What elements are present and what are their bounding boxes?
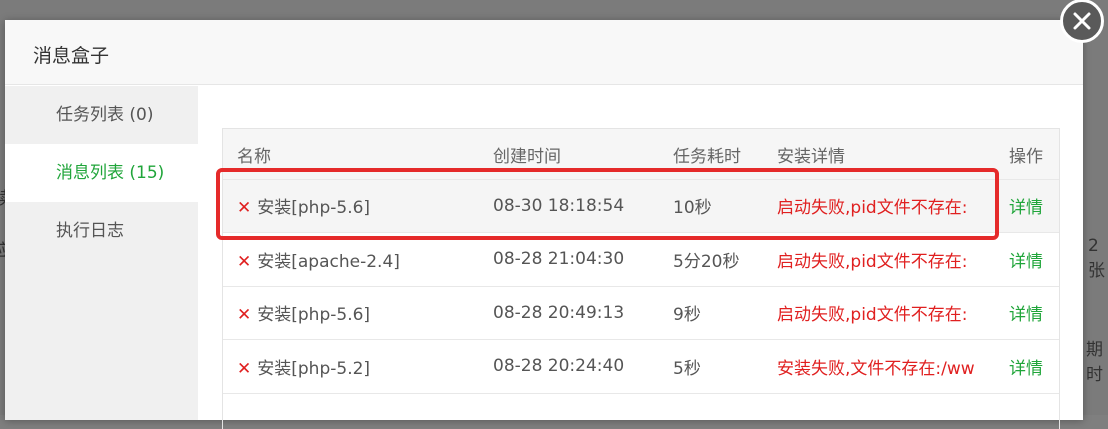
task-duration: 5秒: [673, 358, 701, 379]
failed-x-icon: ✕: [237, 198, 252, 219]
details-link[interactable]: 详情: [1009, 359, 1043, 379]
task-name: 安装[apache-2.4]: [257, 251, 400, 272]
install-status: 启动失败,pid文件不存在:: [777, 198, 968, 219]
column-header-operation: 操作: [1009, 146, 1043, 167]
created-time: 08-28 20:24:40: [493, 356, 625, 377]
dialog-title: 消息盒子: [33, 45, 110, 67]
install-status: 启动失败,pid文件不存在:: [777, 251, 968, 272]
column-header-duration: 任务耗时: [673, 146, 741, 167]
task-duration: 9秒: [673, 305, 701, 326]
table-row: ✕ 安装[php-5.2] 08-28 20:24:40 5秒 安装失败,文件不存…: [223, 339, 1059, 394]
created-time: 08-28 21:04:30: [493, 249, 625, 270]
task-duration: 10秒: [673, 198, 712, 219]
table-row: ✕ 安装[php-5.6] 08-28 20:49:13 9秒 启动失败,pid文…: [223, 286, 1059, 340]
table-row: ✕ 安装[php-5.6] 08-30 18:18:54 10秒 启动失败,pid…: [223, 179, 1059, 233]
sidebar-item-label: 执行日志: [56, 221, 124, 241]
install-status: 启动失败,pid文件不存在:: [777, 305, 968, 326]
sidebar-item-label: 任务列表 (0): [56, 105, 154, 125]
sidebar-item-task-list[interactable]: 任务列表 (0): [5, 86, 198, 144]
sidebar-item-label: 消息列表 (15): [56, 163, 165, 183]
column-header-detail: 安装详情: [777, 146, 845, 167]
details-link[interactable]: 详情: [1009, 305, 1043, 325]
close-icon: [1073, 12, 1091, 30]
created-time: 08-30 18:18:54: [493, 195, 625, 216]
dialog-header: 消息盒子: [5, 20, 1083, 85]
background-text: 期时: [1086, 340, 1103, 385]
table-row: [223, 393, 1059, 429]
message-table: 名称 创建时间 任务耗时 安装详情 操作 ✕ 安装[php-5.6] 08-30 …: [222, 128, 1060, 429]
background-text: 2张: [1088, 236, 1105, 281]
install-status: 安装失败,文件不存在:/ww: [777, 358, 975, 379]
table-row: ✕ 安装[apache-2.4] 08-28 21:04:30 5分20秒 启动失…: [223, 232, 1059, 287]
failed-x-icon: ✕: [237, 358, 252, 379]
failed-x-icon: ✕: [237, 305, 252, 326]
created-time: 08-28 20:49:13: [493, 302, 625, 323]
details-link[interactable]: 详情: [1009, 252, 1043, 272]
column-header-name: 名称: [237, 146, 271, 167]
task-name: 安装[php-5.6]: [257, 198, 371, 219]
message-list-panel: 名称 创建时间 任务耗时 安装详情 操作 ✕ 安装[php-5.6] 08-30 …: [198, 86, 1083, 429]
close-button[interactable]: [1060, 0, 1104, 43]
sidebar-item-exec-log[interactable]: 执行日志: [5, 202, 198, 260]
sidebar: 任务列表 (0) 消息列表 (15) 执行日志: [5, 86, 198, 420]
message-box-dialog: 消息盒子 任务列表 (0) 消息列表 (15) 执行日志 名称 创建时间 任务耗…: [5, 20, 1083, 429]
task-duration: 5分20秒: [673, 251, 740, 272]
sidebar-item-message-list[interactable]: 消息列表 (15): [5, 144, 198, 202]
table-header-row: 名称 创建时间 任务耗时 安装详情 操作: [223, 129, 1059, 179]
failed-x-icon: ✕: [237, 251, 252, 272]
task-name: 安装[php-5.2]: [257, 358, 371, 379]
details-link[interactable]: 详情: [1009, 198, 1043, 218]
task-name: 安装[php-5.6]: [257, 305, 371, 326]
column-header-created-time: 创建时间: [493, 146, 561, 167]
